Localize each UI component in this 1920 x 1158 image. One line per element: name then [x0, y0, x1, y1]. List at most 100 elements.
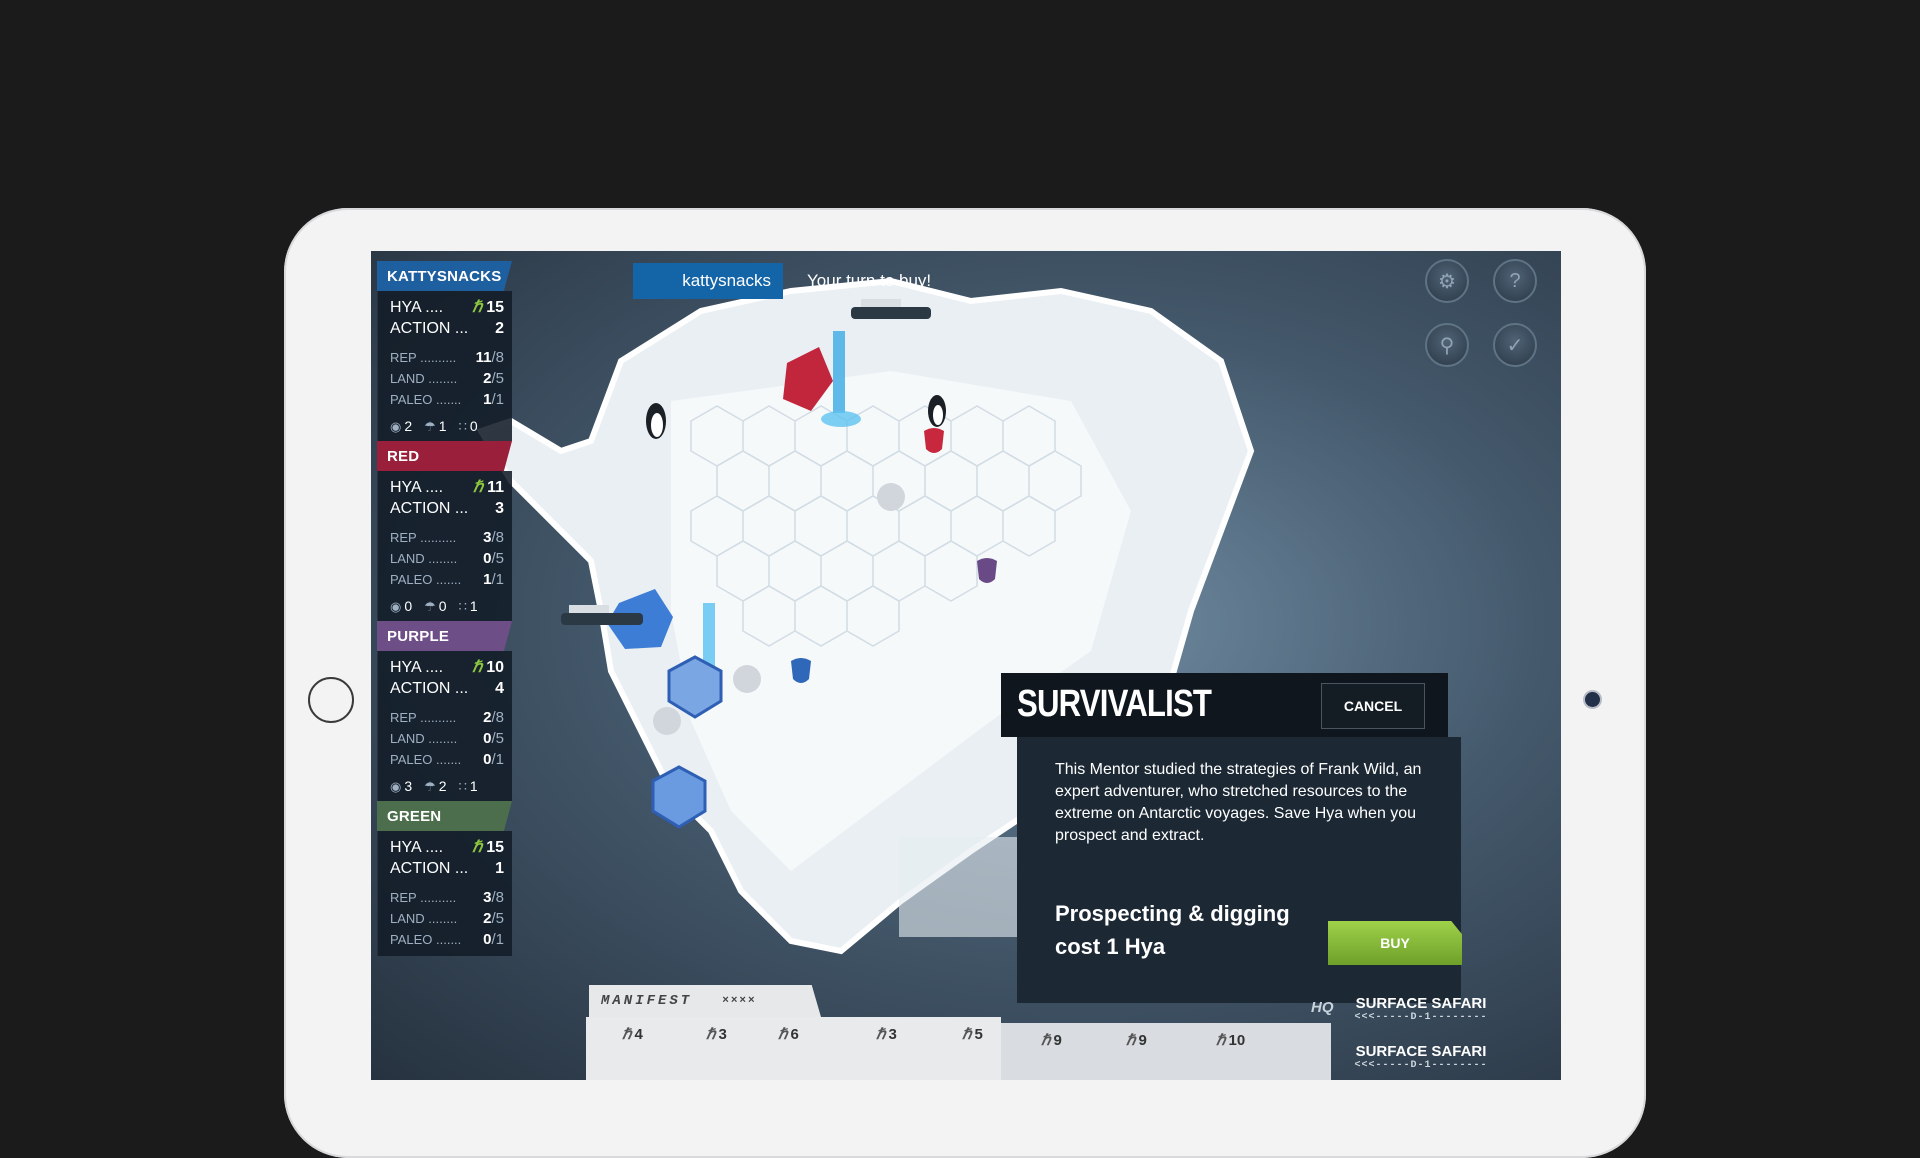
card-cost[interactable]: ℏ 10 — [1216, 1031, 1245, 1049]
hq-item-name: SURFACE SAFARI — [1355, 995, 1487, 1012]
network-icon: ∷ — [458, 419, 467, 434]
hya-icon: ℏ — [1126, 1032, 1136, 1049]
home-button — [308, 677, 354, 723]
rubble — [877, 483, 905, 511]
hq-item-name: SURFACE SAFARI — [1355, 1043, 1487, 1060]
rep-max: /8 — [491, 349, 504, 366]
dialog-body: This Mentor studied the strategies of Fr… — [1017, 737, 1462, 1003]
hya-icon: ℏ — [706, 1026, 716, 1043]
hya-icon: ℏ — [778, 1026, 788, 1043]
hya-value: 15 — [486, 299, 504, 316]
network-count: 1 — [469, 598, 478, 614]
drill-icon: ◉ — [390, 419, 402, 434]
rep-max: /8 — [491, 529, 504, 546]
action-label: ACTION ... — [390, 680, 469, 697]
hya-icon: ℏ — [1216, 1032, 1226, 1049]
hya-icon: ℏ — [1041, 1032, 1051, 1049]
hya-icon: ℏ — [472, 299, 483, 316]
cancel-button[interactable]: CANCEL — [1321, 683, 1425, 729]
hya-icon: ℏ — [472, 839, 483, 856]
hya-value: 11 — [487, 479, 504, 496]
action-value: 3 — [495, 500, 504, 517]
drill-count: 3 — [404, 778, 413, 794]
hya-icon: ℏ — [622, 1026, 632, 1043]
rep-value: 11 — [475, 349, 492, 366]
paleo-max: /1 — [491, 571, 504, 588]
manifest-title: MANIFEST — [601, 993, 693, 1009]
card-cost[interactable]: ℏ9 — [1041, 1031, 1062, 1049]
hq-item[interactable]: SURFACE SAFARI <<<-----D-1-------- — [1351, 995, 1491, 1023]
hya-icon: ℏ — [472, 659, 483, 676]
card-cost-value: 9 — [1138, 1032, 1147, 1049]
manifest-cards: ℏ4 ℏ3 ℏ6 ℏ3 ℏ5 — [586, 1017, 1001, 1080]
penguin — [928, 395, 946, 427]
tower-icon: ☂ — [424, 779, 436, 794]
manifest-cards-right: ℏ9 ℏ9 ℏ 10 — [1001, 1023, 1331, 1080]
manifest-tab[interactable]: MANIFEST ×××× — [589, 985, 821, 1017]
hya-label: HYA .... — [390, 299, 444, 316]
player-name: GREEN — [377, 801, 512, 831]
hq-label: HQ — [1311, 999, 1334, 1016]
paleo-label: PALEO ....... — [390, 752, 462, 767]
hya-value: 10 — [486, 659, 504, 676]
hq-item-track: <<<-----D-1-------- — [1354, 1012, 1488, 1023]
tower-icon: ☂ — [424, 599, 436, 614]
card-cost[interactable]: ℏ9 — [1126, 1031, 1147, 1049]
card-cost-value: 6 — [790, 1026, 799, 1043]
hya-label: HYA .... — [390, 839, 444, 856]
card-cost-value: 10 — [1228, 1032, 1246, 1049]
tower-icon: ☂ — [424, 419, 436, 434]
player-panel-kattysnacks: KATTYSNACKS HYA .... ℏ 15 ACTION ... 2 REP … — [377, 261, 512, 441]
end-turn-button[interactable]: ✓ — [1493, 323, 1537, 367]
action-label: ACTION ... — [390, 500, 469, 517]
action-value: 1 — [495, 860, 504, 877]
land-label: LAND ........ — [390, 551, 458, 566]
rep-label: REP .......... — [390, 350, 457, 365]
paleo-max: /1 — [491, 751, 504, 768]
player-name: PURPLE — [377, 621, 512, 651]
drill-count: 2 — [404, 418, 413, 434]
network-count: 1 — [469, 778, 478, 794]
buy-button[interactable]: BUY — [1328, 921, 1462, 965]
land-label: LAND ........ — [390, 731, 458, 746]
turn-message: Your turn to buy! — [807, 271, 932, 290]
card-cost-value: 3 — [718, 1026, 727, 1043]
settings-button[interactable]: ⚙ — [1425, 259, 1469, 303]
card-cost-value: 3 — [888, 1026, 897, 1043]
hya-icon: ℏ — [472, 479, 484, 496]
help-button[interactable]: ? — [1493, 259, 1537, 303]
card-cost[interactable]: ℏ6 — [778, 1025, 799, 1043]
ice-drill-red — [833, 331, 845, 413]
game-screen: KATTYSNACKS HYA .... ℏ 15 ACTION ... 2 REP … — [371, 251, 1561, 1080]
card-cost[interactable]: ℏ3 — [876, 1025, 897, 1043]
current-player-badge: kattysnacks — [633, 263, 783, 299]
action-value: 4 — [495, 680, 504, 697]
rep-label: REP .......... — [390, 710, 457, 725]
rep-max: /8 — [491, 709, 504, 726]
hq-item[interactable]: SURFACE SAFARI <<<-----D-1-------- — [1351, 1043, 1491, 1071]
paleo-label: PALEO ....... — [390, 572, 462, 587]
land-max: /5 — [491, 550, 504, 567]
manifest-ship-code: ×××× — [722, 995, 757, 1007]
rep-label: REP .......... — [390, 890, 457, 905]
player-panel-purple: PURPLE HYA .... ℏ 10 ACTION ... 4 REP .....… — [377, 621, 512, 801]
card-cost[interactable]: ℏ5 — [962, 1025, 983, 1043]
network-icon: ∷ — [458, 599, 467, 614]
card-cost[interactable]: ℏ4 — [622, 1025, 643, 1043]
hya-label: HYA .... — [390, 659, 444, 676]
zoom-button[interactable]: ⚲ — [1425, 323, 1469, 367]
rep-max: /8 — [491, 889, 504, 906]
network-icon: ∷ — [458, 779, 467, 794]
player-name: KATTYSNACKS — [377, 261, 512, 291]
land-max: /5 — [491, 370, 504, 387]
paleo-label: PALEO ....... — [390, 392, 462, 407]
land-max: /5 — [491, 910, 504, 927]
card-cost-value: 9 — [1053, 1032, 1062, 1049]
network-count: 0 — [469, 418, 478, 434]
hya-value: 15 — [486, 839, 504, 856]
paleo-label: PALEO ....... — [390, 932, 462, 947]
card-cost[interactable]: ℏ3 — [706, 1025, 727, 1043]
rep-label: REP .......... — [390, 530, 457, 545]
paleo-max: /1 — [491, 391, 504, 408]
dialog-header: SURVIVALIST CANCEL — [1001, 673, 1448, 737]
